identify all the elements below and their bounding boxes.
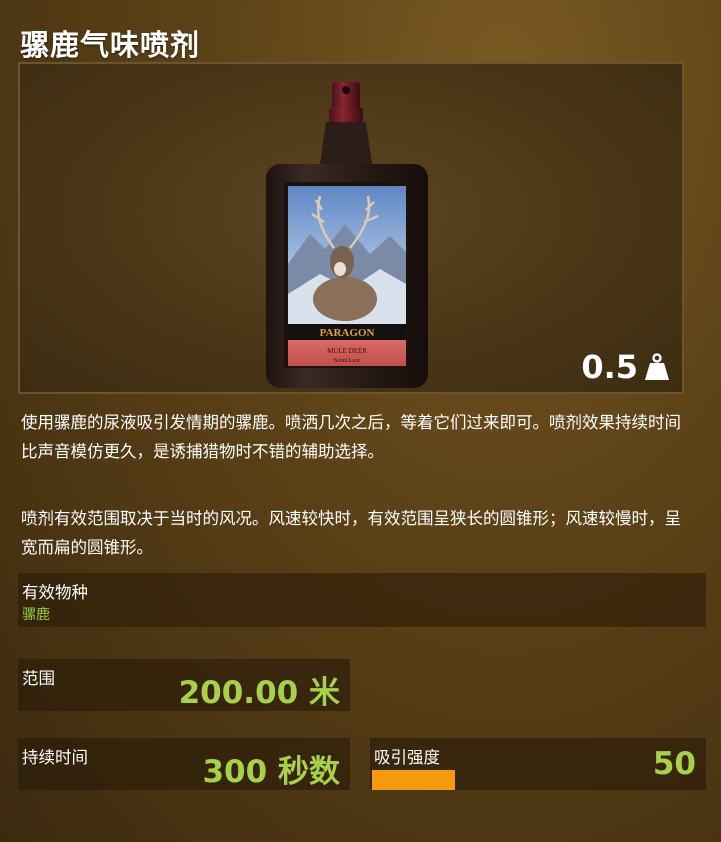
range-label: 范围 <box>22 669 55 688</box>
attraction-bar-fill <box>372 770 455 790</box>
bottle-label-line2: Scent Lure <box>334 358 360 364</box>
description-paragraph-1: 使用骡鹿的尿液吸引发情期的骡鹿。喷洒几次之后，等着它们过来即可。喷剂效果持续时间… <box>21 413 681 461</box>
weight-icon <box>645 353 669 380</box>
attraction-value: 50 <box>652 746 696 782</box>
effective-species-panel: 有效物种 骡鹿 <box>18 573 706 627</box>
bottle-label-line1: MULE DEER <box>327 347 367 355</box>
weight-value: 0.5 <box>581 348 638 386</box>
description-paragraph-2: 喷剂有效范围取决于当时的风况。风速较快时，有效范围呈狭长的圆锥形；风速较慢时，呈… <box>21 509 681 557</box>
duration-value: 300 秒数 <box>202 754 340 790</box>
scent-bottle-image: PARAGON MULE DEER Scent Lure <box>266 82 428 388</box>
range-stat: 范围 200.00 米 <box>18 659 350 711</box>
bottle-brand-text: PARAGON <box>320 327 375 339</box>
species-label: 有效物种 <box>22 583 88 602</box>
duration-label: 持续时间 <box>22 748 88 767</box>
attraction-bar <box>372 770 538 790</box>
species-value: 骡鹿 <box>22 607 50 623</box>
attraction-strength-stat: 吸引强度 50 <box>370 738 706 790</box>
item-image-panel: PARAGON MULE DEER Scent Lure 0.5 <box>18 62 684 394</box>
item-title: 骡鹿气味喷剂 <box>20 28 201 62</box>
duration-stat: 持续时间 300 秒数 <box>18 738 350 790</box>
item-weight: 0.5 <box>581 348 670 386</box>
range-value: 200.00 米 <box>178 675 340 711</box>
attraction-label: 吸引强度 <box>374 748 440 767</box>
